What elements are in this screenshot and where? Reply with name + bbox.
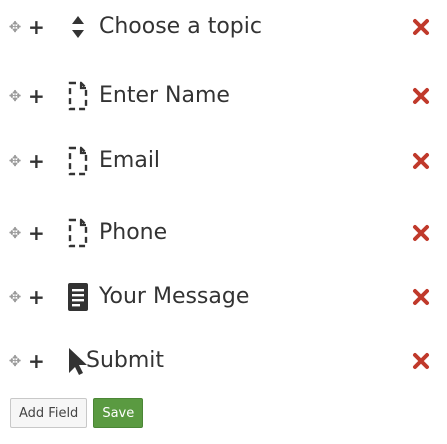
move-icon: +	[28, 349, 45, 373]
move-icon: +	[28, 149, 45, 173]
move-small-icon: ✥	[8, 86, 22, 105]
delete-icon[interactable]	[410, 222, 432, 244]
delete-icon[interactable]	[410, 286, 432, 308]
field-row-submit: ✥ + Submit	[0, 341, 447, 381]
sort-icon	[64, 10, 92, 44]
move-icon: +	[28, 84, 45, 108]
field-row-phone: ✥ + Phone	[0, 213, 447, 253]
delete-icon[interactable]	[410, 16, 432, 38]
drag-handle[interactable]: ✥ +	[8, 149, 45, 173]
field-label[interactable]: Enter Name	[99, 85, 230, 107]
field-row-choose-topic: ✥ + Choose a topic	[0, 7, 447, 47]
delete-icon[interactable]	[410, 85, 432, 107]
file-outline-icon	[64, 216, 92, 250]
move-icon: +	[28, 285, 45, 309]
text-document-icon	[64, 280, 92, 314]
action-bar: Add Field Save	[10, 398, 144, 428]
field-row-email: ✥ + Email	[0, 141, 447, 181]
field-label[interactable]: Phone	[99, 222, 167, 244]
add-field-button[interactable]: Add Field	[10, 398, 88, 428]
drag-handle[interactable]: ✥ +	[8, 285, 45, 309]
drag-handle[interactable]: ✥ +	[8, 349, 45, 373]
move-small-icon: ✥	[8, 17, 22, 36]
drag-handle[interactable]: ✥ +	[8, 84, 45, 108]
move-small-icon: ✥	[8, 223, 22, 242]
move-small-icon: ✥	[8, 287, 22, 306]
field-label[interactable]: Submit	[86, 350, 164, 372]
save-button[interactable]: Save	[93, 398, 144, 428]
field-label[interactable]: Choose a topic	[99, 16, 262, 38]
delete-icon[interactable]	[410, 150, 432, 172]
field-row-enter-name: ✥ + Enter Name	[0, 76, 447, 116]
field-label[interactable]: Email	[99, 150, 160, 172]
move-icon: +	[28, 15, 45, 39]
field-label[interactable]: Your Message	[99, 286, 249, 308]
field-row-your-message: ✥ + Your Message	[0, 277, 447, 317]
move-small-icon: ✥	[8, 151, 22, 170]
drag-handle[interactable]: ✥ +	[8, 221, 45, 245]
move-icon: +	[28, 221, 45, 245]
drag-handle[interactable]: ✥ +	[8, 15, 45, 39]
move-small-icon: ✥	[8, 351, 22, 370]
delete-icon[interactable]	[410, 350, 432, 372]
file-outline-icon	[64, 79, 92, 113]
file-outline-icon	[64, 144, 92, 178]
